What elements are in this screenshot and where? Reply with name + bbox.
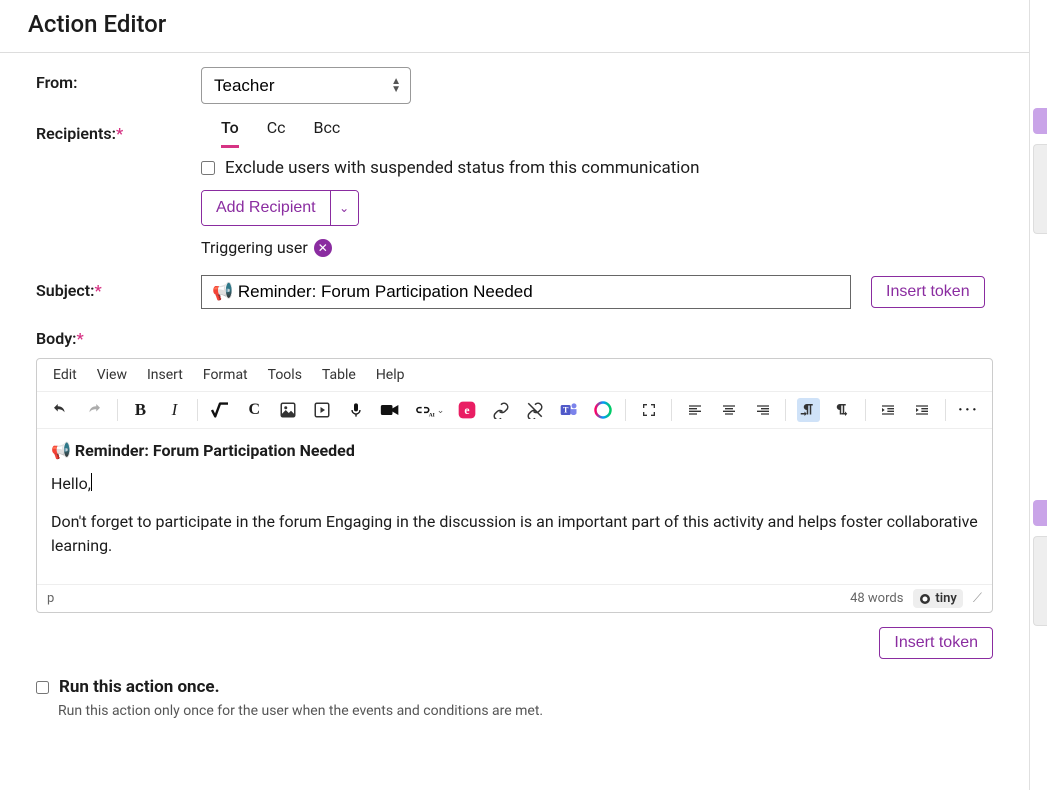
copilot-icon[interactable] xyxy=(591,398,614,422)
body-paragraph: Don't forget to participate in the forum… xyxy=(51,510,978,558)
insert-token-body-button[interactable]: Insert token xyxy=(879,627,993,659)
from-label: From: xyxy=(36,67,201,92)
italic-icon[interactable]: I xyxy=(163,398,186,422)
background-panel-hint xyxy=(1033,500,1047,636)
add-recipient-button[interactable]: Add Recipient xyxy=(202,191,330,225)
tiny-logo-icon xyxy=(919,593,931,605)
link-ai-icon[interactable]: AI⌄ xyxy=(413,398,445,422)
svg-text:AI: AI xyxy=(428,412,434,418)
chevron-down-icon: ⌄ xyxy=(339,201,349,215)
body-label: Body:* xyxy=(36,323,993,348)
svg-text:T: T xyxy=(563,406,569,415)
fullscreen-icon[interactable] xyxy=(637,398,660,422)
element-path[interactable]: p xyxy=(47,591,54,606)
resize-handle-icon[interactable]: ⟋ xyxy=(973,591,982,606)
run-once-checkbox[interactable] xyxy=(36,681,49,694)
menu-format[interactable]: Format xyxy=(203,367,248,383)
indent-icon[interactable] xyxy=(911,398,934,422)
editor-menu: Edit View Insert Format Tools Table Help xyxy=(37,359,992,392)
video-icon[interactable] xyxy=(379,398,402,422)
equation-icon[interactable] xyxy=(209,398,232,422)
outdent-icon[interactable] xyxy=(877,398,900,422)
tab-bcc[interactable]: Bcc xyxy=(314,118,341,148)
remove-chip-button[interactable]: ✕ xyxy=(314,239,332,257)
menu-insert[interactable]: Insert xyxy=(147,367,183,383)
run-once-label: Run this action once. xyxy=(59,677,220,697)
menu-tools[interactable]: Tools xyxy=(268,367,302,383)
add-recipient-dropdown[interactable]: ⌄ xyxy=(330,191,358,225)
word-count: 48 words xyxy=(850,591,903,606)
editor-body[interactable]: 📢 Reminder: Forum Participation Needed H… xyxy=(37,429,992,584)
exclude-suspended-label: Exclude users with suspended status from… xyxy=(225,158,700,178)
recipients-label: Recipients:* xyxy=(36,118,201,143)
align-center-icon[interactable] xyxy=(717,398,740,422)
subject-label: Subject:* xyxy=(36,275,201,300)
body-heading: 📢 Reminder: Forum Participation Needed xyxy=(51,441,978,460)
subject-input[interactable] xyxy=(201,275,851,309)
close-icon: ✕ xyxy=(318,241,328,255)
rich-text-editor: Edit View Insert Format Tools Table Help… xyxy=(36,358,993,613)
run-once-description: Run this action only once for the user w… xyxy=(58,703,993,719)
recipient-chip-label: Triggering user xyxy=(201,238,308,257)
body-greeting: Hello, xyxy=(51,472,978,496)
menu-table[interactable]: Table xyxy=(322,367,356,383)
align-left-icon[interactable] xyxy=(683,398,706,422)
background-panel-hint xyxy=(1033,108,1047,244)
undo-icon[interactable] xyxy=(49,398,72,422)
redo-icon[interactable] xyxy=(83,398,106,422)
menu-edit[interactable]: Edit xyxy=(53,367,77,383)
insert-token-subject-button[interactable]: Insert token xyxy=(871,276,985,308)
tiny-brand: tiny xyxy=(913,589,962,608)
unlink-icon[interactable] xyxy=(523,398,546,422)
editor-toolbar: B I C AI⌄ e T xyxy=(37,392,992,429)
exclude-suspended-checkbox[interactable] xyxy=(201,161,215,175)
tab-cc[interactable]: Cc xyxy=(267,118,286,148)
ltr-icon[interactable] xyxy=(797,398,820,422)
bold-icon[interactable]: B xyxy=(129,398,152,422)
microphone-icon[interactable] xyxy=(345,398,368,422)
tab-to[interactable]: To xyxy=(221,118,239,148)
menu-view[interactable]: View xyxy=(97,367,127,383)
link-icon[interactable] xyxy=(489,398,512,422)
svg-text:e: e xyxy=(464,404,469,417)
app-e-icon[interactable]: e xyxy=(455,398,478,422)
align-right-icon[interactable] xyxy=(751,398,774,422)
from-select[interactable]: Teacher xyxy=(201,67,411,104)
page-title: Action Editor xyxy=(28,10,1009,38)
teams-icon[interactable]: T xyxy=(557,398,580,422)
more-icon[interactable]: ··· xyxy=(957,398,980,422)
menu-help[interactable]: Help xyxy=(376,367,405,383)
code-icon[interactable]: C xyxy=(243,398,266,422)
rtl-icon[interactable] xyxy=(831,398,854,422)
media-icon[interactable] xyxy=(311,398,334,422)
image-icon[interactable] xyxy=(277,398,300,422)
